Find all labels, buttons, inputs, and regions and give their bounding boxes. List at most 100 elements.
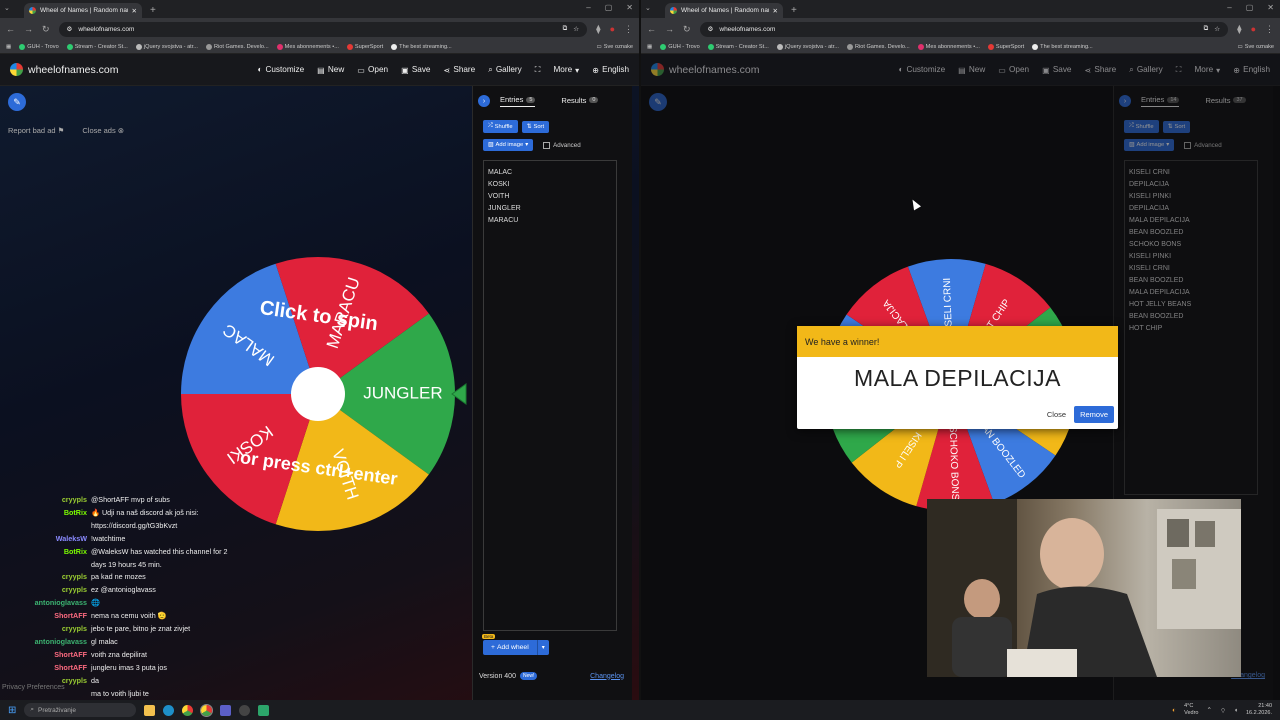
taskbar-search[interactable]: ⌕ Pretraživanje — [24, 703, 137, 717]
app-icon[interactable] — [258, 704, 270, 716]
menu-language[interactable]: ⊕ English — [1233, 65, 1270, 75]
apps-icon[interactable]: ▦ — [6, 44, 11, 50]
extensions-icon[interactable]: ⧫ — [596, 24, 600, 35]
entries-textarea[interactable]: KISELI CRNI DEPILACIJA KISELI PINKI DEPILAC… — [1124, 160, 1258, 495]
minimize-icon[interactable]: – — [586, 3, 590, 12]
forward-icon[interactable]: → — [665, 24, 674, 34]
tab-close-icon[interactable]: ✕ — [132, 7, 137, 15]
maximize-icon[interactable]: ▢ — [1246, 3, 1254, 12]
bookmark-item[interactable]: The best streaming... — [391, 43, 452, 50]
fullscreen-icon[interactable]: ⛶ — [535, 65, 541, 75]
minimize-icon[interactable]: – — [1227, 3, 1231, 12]
tab-search-icon[interactable]: ⌄ — [4, 4, 10, 12]
wheel-center[interactable] — [291, 367, 345, 421]
site-info-icon[interactable]: ⚙ — [708, 25, 714, 33]
translate-icon[interactable]: ⧉ — [563, 25, 568, 33]
remove-button[interactable]: Remove — [1074, 406, 1114, 423]
shuffle-button[interactable]: ⤮ Shuffle — [483, 120, 518, 133]
advanced-checkbox[interactable] — [1184, 141, 1192, 149]
address-bar[interactable]: ⚙ wheelofnames.com ⧉ ☆ — [58, 21, 588, 37]
edit-pencil-icon[interactable]: ✎ — [649, 93, 667, 111]
menu-save[interactable]: ▣ Save — [401, 65, 430, 75]
back-icon[interactable]: ← — [6, 24, 15, 34]
apps-icon[interactable]: ▦ — [647, 44, 652, 50]
bookmark-item[interactable]: Stream - Creator St... — [66, 43, 128, 50]
add-image-button[interactable]: ▨ Add image ▾ — [483, 139, 534, 151]
changelog-link[interactable]: Changelog — [590, 673, 624, 680]
profile-icon[interactable]: ● — [610, 24, 615, 34]
menu-gallery[interactable]: ⌕ Gallery — [1129, 65, 1163, 75]
start-icon[interactable]: ⊞ — [8, 705, 16, 716]
obs-icon[interactable] — [239, 704, 251, 716]
address-bar[interactable]: ⚙ wheelofnames.com ⧉ ☆ — [699, 21, 1229, 37]
translate-icon[interactable]: ⧉ — [1204, 25, 1209, 33]
clock[interactable]: 21:40 16.2.2026. — [1246, 703, 1272, 717]
add-image-button[interactable]: ▨ Add image ▾ — [1124, 139, 1175, 151]
menu-language[interactable]: ⊕ English — [592, 65, 629, 75]
tab-results[interactable]: Results 0 — [561, 96, 599, 107]
close-window-icon[interactable]: ✕ — [626, 3, 633, 12]
add-wheel-button[interactable]: + Add wheel — [483, 640, 537, 655]
menu-new[interactable]: ▤ New — [958, 65, 985, 75]
profile-icon[interactable]: ● — [1251, 24, 1256, 34]
back-icon[interactable]: ← — [647, 24, 656, 34]
privacy-preferences[interactable]: Privacy Preferences — [2, 684, 65, 691]
close-ads-link[interactable]: Close ads ⊗ — [82, 126, 124, 135]
bookmark-item[interactable]: Mes abonnements •... — [917, 43, 980, 50]
bookmark-item[interactable]: GUH - Trovo — [19, 43, 59, 50]
browser-tab[interactable]: Wheel of Names | Random nam ✕ — [24, 3, 142, 18]
weather-icon[interactable]: ◐ — [1172, 707, 1176, 714]
menu-customize[interactable]: ◐ Customize — [258, 65, 305, 74]
bookmark-item[interactable]: SuperSport — [346, 43, 383, 50]
chrome-icon[interactable] — [182, 704, 194, 716]
collapse-panel-icon[interactable]: › — [1119, 95, 1131, 107]
chrome-active-icon[interactable] — [200, 703, 214, 717]
bookmark-star-icon[interactable]: ☆ — [1214, 25, 1220, 33]
bookmark-item[interactable]: Mes abonnements •... — [276, 43, 339, 50]
collapse-panel-icon[interactable]: › — [478, 95, 490, 107]
bookmark-item[interactable]: SuperSport — [987, 43, 1024, 50]
edit-pencil-icon[interactable]: ✎ — [8, 93, 26, 111]
close-window-icon[interactable]: ✕ — [1267, 3, 1274, 12]
bookmark-star-icon[interactable]: ☆ — [573, 25, 579, 33]
volume-icon[interactable]: ◖ — [1234, 707, 1238, 714]
network-icon[interactable]: ⌔ — [1220, 706, 1226, 715]
bookmark-item[interactable]: jQuery svojstva - atr... — [776, 43, 839, 50]
reload-icon[interactable]: ↻ — [42, 24, 50, 35]
report-ad-link[interactable]: Report bad ad ⚑ — [8, 126, 64, 135]
sort-button[interactable]: ⇅ Sort — [521, 120, 550, 133]
site-info-icon[interactable]: ⚙ — [67, 25, 73, 33]
menu-new[interactable]: ▤ New — [317, 65, 344, 75]
bookmark-item[interactable]: GUH - Trovo — [660, 43, 700, 50]
browser-menu-icon[interactable]: ⋮ — [624, 24, 633, 35]
advanced-checkbox[interactable] — [543, 141, 551, 149]
edge-icon[interactable] — [163, 704, 175, 716]
tray-chevron-icon[interactable]: ⌃ — [1206, 706, 1211, 714]
sort-button[interactable]: ⇅ Sort — [1162, 120, 1191, 133]
all-bookmarks[interactable]: ▭ Sve oznake — [1237, 44, 1274, 50]
menu-more[interactable]: More ▾ — [553, 65, 579, 75]
teams-icon[interactable] — [220, 704, 232, 716]
bookmark-item[interactable]: Riot Games. Develo... — [205, 43, 269, 50]
tab-entries[interactable]: Entries 5 — [500, 95, 536, 107]
shuffle-button[interactable]: ⤮ Shuffle — [1124, 120, 1159, 133]
tab-results[interactable]: Results 37 — [1205, 96, 1246, 107]
all-bookmarks[interactable]: ▭ Sve oznake — [596, 44, 633, 50]
menu-open[interactable]: ▭ Open — [357, 65, 388, 75]
site-logo[interactable]: wheelofnames.com — [10, 63, 118, 76]
bookmark-item[interactable]: The best streaming... — [1032, 43, 1093, 50]
browser-menu-icon[interactable]: ⋮ — [1265, 24, 1274, 35]
close-button[interactable]: Close — [1047, 410, 1066, 419]
reload-icon[interactable]: ↻ — [683, 24, 691, 35]
menu-save[interactable]: ▣ Save — [1042, 65, 1071, 75]
file-explorer-icon[interactable] — [144, 704, 156, 716]
menu-more[interactable]: More ▾ — [1194, 65, 1220, 75]
fullscreen-icon[interactable]: ⛶ — [1176, 65, 1182, 75]
bookmark-item[interactable]: Stream - Creator St... — [707, 43, 769, 50]
menu-open[interactable]: ▭ Open — [998, 65, 1029, 75]
site-logo[interactable]: wheelofnames.com — [651, 63, 759, 76]
bookmark-item[interactable]: Riot Games. Develo... — [846, 43, 910, 50]
tab-entries[interactable]: Entries 14 — [1141, 95, 1180, 107]
new-tab-icon[interactable]: + — [791, 5, 797, 16]
entries-textarea[interactable]: MALAC KOSKI VOITH JUNGLER MARACU — [483, 160, 617, 631]
